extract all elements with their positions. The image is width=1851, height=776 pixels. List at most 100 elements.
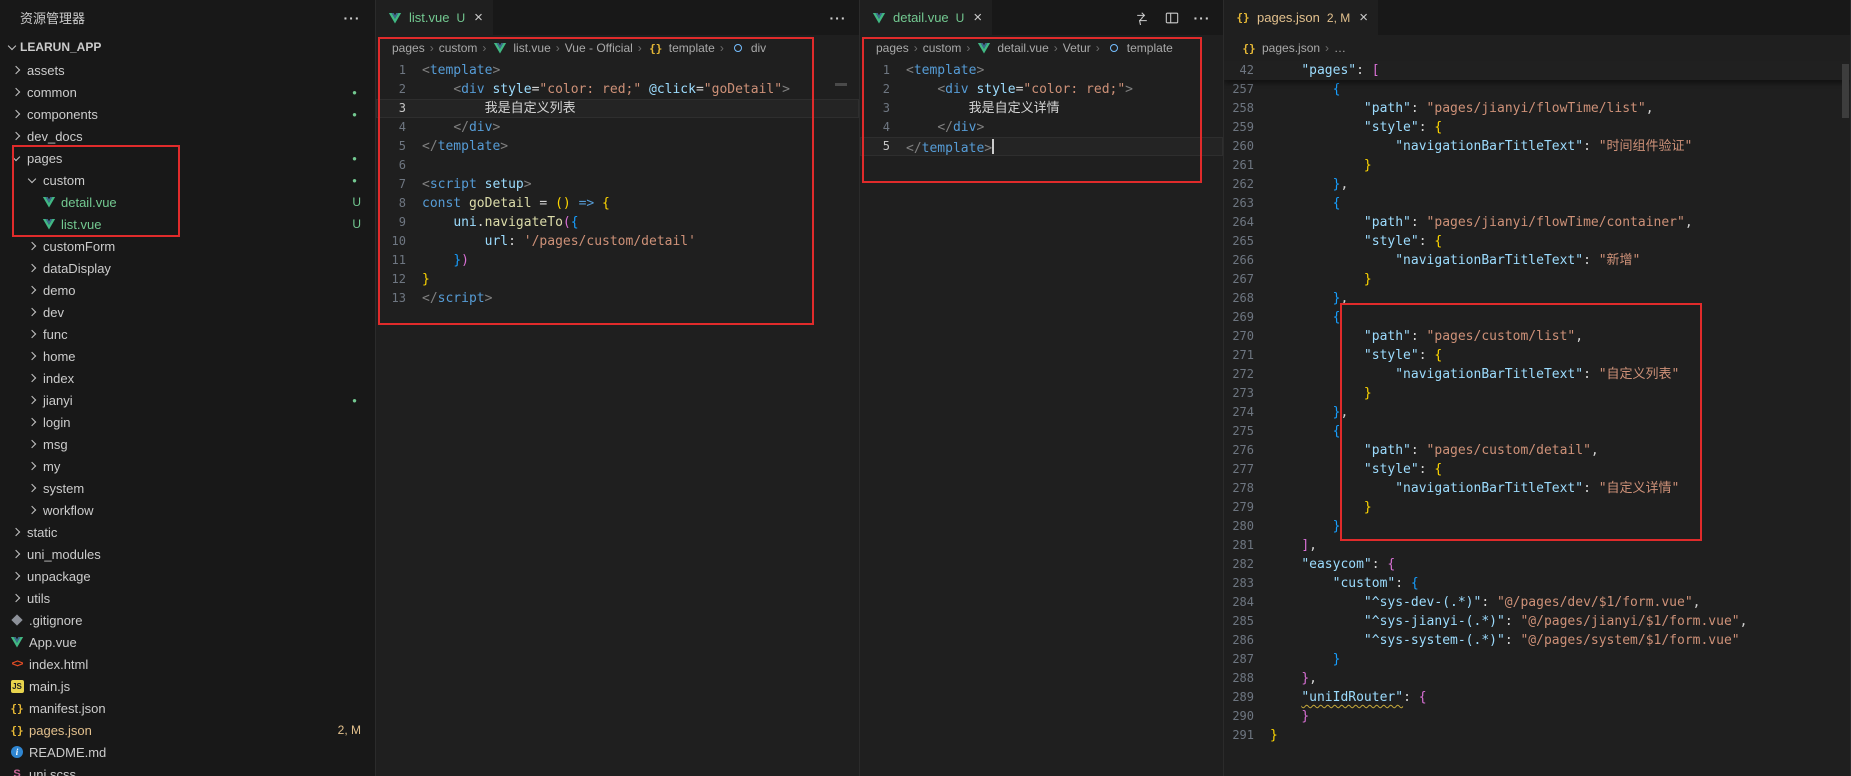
line-number: 274 (1224, 403, 1270, 422)
code-line: 12} (376, 270, 859, 289)
code-editor[interactable]: 1<template>2 <div style="color: red;">3 … (860, 61, 1223, 776)
breadcrumb-item-pages[interactable]: pages (876, 41, 909, 55)
tab-detail-vue[interactable]: detail.vueU× (860, 0, 992, 35)
folder-customform[interactable]: customForm (0, 235, 375, 257)
breadcrumb-item-custom[interactable]: custom (439, 41, 478, 55)
folder-dev-docs[interactable]: dev_docs (0, 125, 375, 147)
file-uni-scss[interactable]: Suni.scss (0, 763, 375, 776)
folder-utils[interactable]: utils (0, 587, 375, 609)
project-root-item[interactable]: LEARUN_APP (0, 35, 375, 59)
breadcrumb-item-item[interactable]: … (1334, 41, 1346, 55)
folder-system[interactable]: system (0, 477, 375, 499)
chevron-right-icon (8, 84, 24, 100)
more-icon[interactable]: ··· (1193, 10, 1211, 26)
folder-uni-modules[interactable]: uni_modules (0, 543, 375, 565)
file-app-vue[interactable]: App.vue (0, 631, 375, 653)
code-line: 272 "navigationBarTitleText": "自定义列表" (1224, 365, 1850, 384)
line-number: 261 (1224, 156, 1270, 175)
folder-func[interactable]: func (0, 323, 375, 345)
tab-label: list.vue (409, 10, 449, 25)
breadcrumb-item-template[interactable]: {}template (647, 40, 715, 56)
folder-unpackage[interactable]: unpackage (0, 565, 375, 587)
line-number: 266 (1224, 251, 1270, 270)
explorer-more-actions-icon[interactable]: ··· (343, 10, 361, 26)
folder-assets[interactable]: assets (0, 59, 375, 81)
more-icon[interactable]: ··· (829, 10, 847, 26)
breadcrumb-item-pages-json[interactable]: {}pages.json (1240, 40, 1320, 56)
folder-home[interactable]: home (0, 345, 375, 367)
braces-icon: {} (8, 700, 26, 716)
breadcrumb-item-pages[interactable]: pages (392, 41, 425, 55)
folder-dev[interactable]: dev (0, 301, 375, 323)
line-number: 257 (1224, 80, 1270, 99)
tab-pages-json[interactable]: {}pages.json2, M× (1224, 0, 1378, 35)
breadcrumb-item-div[interactable]: div (729, 40, 766, 56)
code-line: 263 { (1224, 194, 1850, 213)
git-change-dot: ● (352, 88, 365, 97)
editor-actions: ··· (1133, 0, 1223, 35)
breadcrumb-item-detail-vue[interactable]: detail.vue (975, 40, 1048, 56)
folder-custom[interactable]: custom● (0, 169, 375, 191)
folder-demo[interactable]: demo (0, 279, 375, 301)
folder-components[interactable]: components● (0, 103, 375, 125)
folder-static[interactable]: static (0, 521, 375, 543)
tab-bar: {}pages.json2, M× (1224, 0, 1850, 35)
file-detail-vue[interactable]: detail.vueU (0, 191, 375, 213)
folder-jianyi[interactable]: jianyi● (0, 389, 375, 411)
breadcrumb-item-list-vue[interactable]: list.vue (491, 40, 550, 56)
item-label: workflow (43, 503, 94, 518)
git-status-badge: 2, M (338, 723, 365, 737)
folder-common[interactable]: common● (0, 81, 375, 103)
file-main-js[interactable]: JSmain.js (0, 675, 375, 697)
vue-icon (975, 40, 993, 56)
vue-icon (40, 194, 58, 210)
line-number: 2 (376, 80, 422, 99)
file-list-vue[interactable]: list.vueU (0, 213, 375, 235)
item-label: dev (43, 305, 64, 320)
code-line: 1<template> (376, 61, 859, 80)
overview-ruler-marker (835, 83, 847, 86)
code-line: 276 "path": "pages/custom/detail", (1224, 441, 1850, 460)
close-icon[interactable]: × (973, 10, 982, 25)
item-label: components (27, 107, 98, 122)
breadcrumb-item-template[interactable]: template (1105, 40, 1173, 56)
file-index-html[interactable]: <>index.html (0, 653, 375, 675)
file-gitignore[interactable]: .gitignore (0, 609, 375, 631)
file-readme-md[interactable]: iREADME.md (0, 741, 375, 763)
code-editor[interactable]: 42 "pages": [257 {258 "path": "pages/jia… (1224, 61, 1850, 776)
file-pages-json[interactable]: {}pages.json2, M (0, 719, 375, 741)
breadcrumb-item-vetur[interactable]: Vetur (1063, 41, 1091, 55)
breadcrumb-item-vue-official[interactable]: Vue - Official (565, 41, 633, 55)
folder-index[interactable]: index (0, 367, 375, 389)
folder-msg[interactable]: msg (0, 433, 375, 455)
line-number: 273 (1224, 384, 1270, 403)
close-icon[interactable]: × (1359, 10, 1368, 25)
folder-my[interactable]: my (0, 455, 375, 477)
item-label: custom (43, 173, 85, 188)
close-icon[interactable]: × (474, 10, 483, 25)
code-line: 3 我是自定义详情 (860, 99, 1223, 118)
folder-pages[interactable]: pages● (0, 147, 375, 169)
code-line: 291} (1224, 726, 1850, 745)
gitignore-icon (8, 612, 26, 628)
tab-list-vue[interactable]: list.vueU× (376, 0, 493, 35)
vertical-scrollbar[interactable] (1842, 64, 1849, 118)
folder-workflow[interactable]: workflow (0, 499, 375, 521)
line-number: 259 (1224, 118, 1270, 137)
compare-icon[interactable] (1133, 10, 1151, 26)
code-line: 261 } (1224, 156, 1850, 175)
chevron-right-icon (8, 128, 24, 144)
folder-datadisplay[interactable]: dataDisplay (0, 257, 375, 279)
breadcrumb-separator-icon: › (638, 41, 642, 55)
file-tree: assetscommon●components●dev_docspages●cu… (0, 59, 375, 776)
code-editor[interactable]: 1<template>2 <div style="color: red;" @c… (376, 61, 859, 776)
folder-login[interactable]: login (0, 411, 375, 433)
line-number: 283 (1224, 574, 1270, 593)
code-line: 266 "navigationBarTitleText": "新增" (1224, 251, 1850, 270)
tab-label: pages.json (1257, 10, 1320, 25)
layout-icon[interactable] (1163, 10, 1181, 26)
breadcrumb-item-custom[interactable]: custom (923, 41, 962, 55)
file-manifest-json[interactable]: {}manifest.json (0, 697, 375, 719)
chevron-right-icon (24, 370, 40, 386)
tab-label: detail.vue (893, 10, 949, 25)
